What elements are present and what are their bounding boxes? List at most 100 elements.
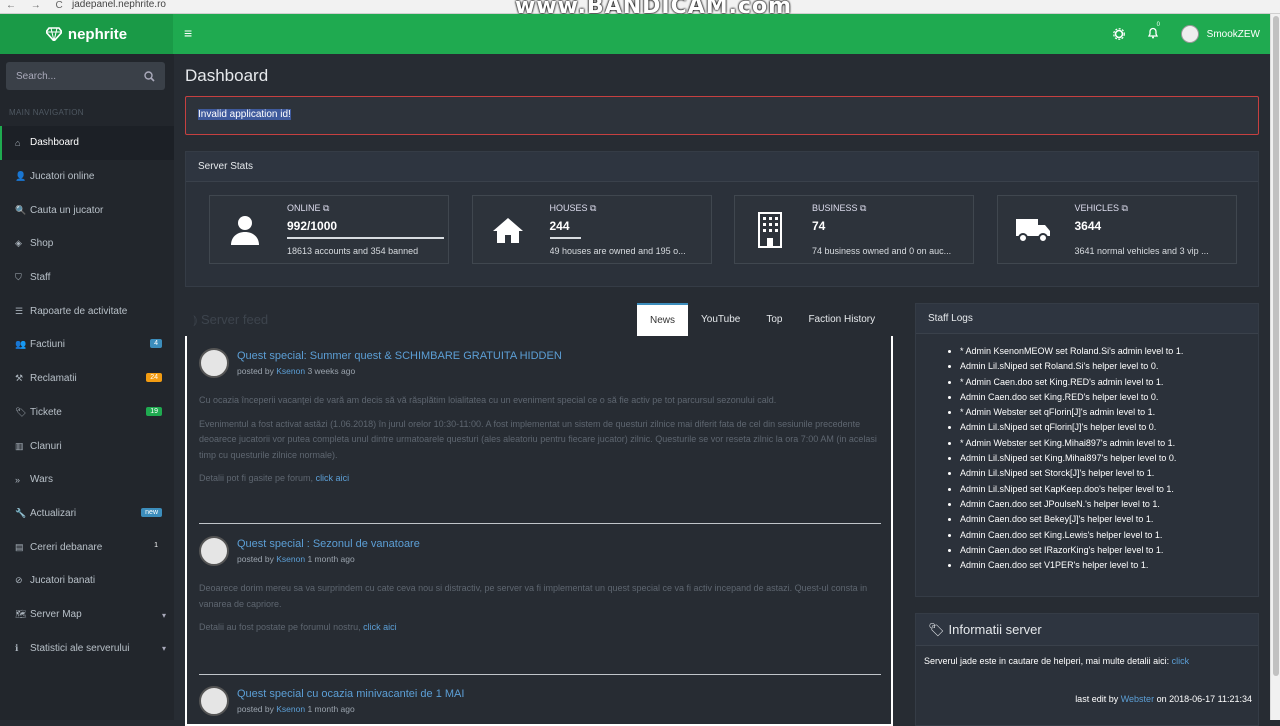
post-read-more-link[interactable]: click aici [363, 622, 397, 632]
sidebar-item-label: Clanuri [30, 440, 62, 452]
sidebar-item-label: Staff [30, 272, 51, 284]
staff-log-entry: Admin Caen.doo set V1PER's helper level … [960, 560, 1258, 575]
post-link-prefix: Detalii au fost postate pe forumul nostr… [199, 622, 364, 632]
sidebar-item-rapoarte-de-activitate[interactable]: ☰ Rapoarte de activitate [0, 294, 174, 328]
sidebar-item-dashboard[interactable]: ⌂ Dashboard [0, 126, 174, 160]
post-title[interactable]: Quest special cu ocazia minivacantei de … [237, 688, 464, 700]
news-feed: Quest special: Summer quest & SCHIMBARE … [185, 336, 893, 726]
stat-label[interactable]: BUSINESS ⧉ [812, 203, 866, 214]
alert-text: Invalid application id! [198, 109, 291, 120]
main-navigation-label: MAIN NAVIGATION [9, 108, 84, 117]
sidebar-item-cereri-debanare[interactable]: ▤ Cereri debanare 1 [0, 530, 174, 564]
sidebar-item-label: Rapoarte de activitate [30, 305, 128, 317]
post-title[interactable]: Quest special: Summer quest & SCHIMBARE … [237, 350, 562, 362]
diamond-icon [45, 27, 62, 41]
stat-label[interactable]: VEHICLES ⧉ [1075, 203, 1128, 214]
search-placeholder: Search... [16, 70, 57, 82]
notifications-button[interactable]: 0 [1147, 22, 1160, 42]
page-title: Dashboard [185, 66, 269, 85]
sidebar-item-badge: 1 [150, 541, 162, 551]
post-date: 1 month ago [307, 554, 355, 564]
staff-log-entry: * Admin Webster set King.Mihai897's admi… [960, 438, 1258, 453]
staff-log-entry: Admin Caen.doo set King.Lewis's helper l… [960, 530, 1258, 545]
stat-description: 3641 normal vehicles and 3 vip ... [1074, 246, 1209, 256]
stat-description: 18613 accounts and 354 banned [287, 246, 419, 256]
browser-nav-buttons[interactable]: ← → C [6, 0, 69, 11]
post-read-more-link[interactable]: click aici [316, 473, 350, 483]
page-scrollbar[interactable] [1270, 14, 1280, 720]
sidebar-item-label: Statistici ale serverului [30, 642, 130, 654]
post-date: 3 weeks ago [307, 366, 356, 376]
sidebar-item-icon: » [15, 474, 21, 485]
sidebar-item-label: Tickete [30, 406, 62, 418]
post-author[interactable]: Ksenon [276, 704, 305, 714]
sidebar-item-reclamatii[interactable]: ⚒ Reclamatii 24 [0, 362, 174, 396]
sidebar-item-icon: ☰ [15, 305, 24, 316]
stat-value: 244 [549, 219, 570, 233]
sidebar-item-clanuri[interactable]: ▥ Clanuri [0, 429, 174, 463]
sidebar-item-factiuni[interactable]: 👥 Factiuni 4 [0, 328, 174, 362]
staff-logs-panel: Staff Logs * Admin KsenonMEOW set Roland… [915, 303, 1259, 597]
tab-youtube[interactable]: YouTube [688, 303, 753, 336]
post-author[interactable]: Ksenon [276, 554, 305, 564]
sidebar-item-actualizari[interactable]: 🔧 Actualizari new [0, 497, 174, 531]
stat-description: 74 business owned and 0 on auc... [812, 246, 952, 256]
post-title[interactable]: Quest special : Sezonul de vanatoare [237, 538, 420, 550]
username: SmookZEW [1206, 28, 1260, 40]
sidebar-item-cauta-un-jucator[interactable]: 🔍 Cauta un jucator [0, 193, 174, 227]
sidebar-item-label: Cauta un jucator [30, 204, 104, 216]
sidebar-toggle-icon[interactable]: ≡ [184, 25, 192, 41]
server-info-link[interactable]: click [1172, 656, 1190, 666]
avatar [199, 536, 229, 566]
stat-description: 49 houses are owned and 195 o... [549, 246, 686, 256]
server-stats-panel: Server Stats ONLINE ⧉ 992/1000 18613 acc… [185, 151, 1259, 287]
sidebar-item-shop[interactable]: ◈ Shop [0, 227, 174, 261]
sidebar-item-icon: 🏷 [15, 406, 27, 417]
sidebar-item-server-map[interactable]: 🗺 Server Map ▾ [0, 598, 174, 632]
gear-icon[interactable] [1112, 28, 1125, 40]
sidebar-item-badge: 24 [146, 372, 162, 382]
sidebar-item-statistici-ale-serverului[interactable]: ℹ Statistici ale serverului ▾ [0, 631, 174, 665]
sidebar-item-icon: 👥 [15, 339, 27, 350]
stat-label-text: HOUSES [549, 203, 588, 213]
post-meta: posted by Ksenon 1 month ago [237, 704, 355, 714]
stat-label[interactable]: HOUSES ⧉ [550, 203, 597, 214]
last-edit-user-link[interactable]: Webster [1121, 694, 1154, 704]
last-edit-prefix: last edit by [1075, 694, 1121, 704]
avatar [199, 348, 229, 378]
sidebar-item-label: Cereri debanare [30, 541, 103, 553]
staff-log-entry: Admin Lil.sNiped set KapKeep.doo's helpe… [960, 484, 1258, 499]
sidebar-item-jucatori-online[interactable]: 👤 Jucatori online [0, 160, 174, 194]
stat-label-text: ONLINE [287, 203, 321, 213]
brand-name: nephrite [67, 25, 128, 43]
server-stats-title: Server Stats [186, 152, 1258, 182]
staff-log-entry: * Admin Caen.doo set King.RED's admin le… [960, 377, 1258, 392]
sidebar-item-jucatori-banati[interactable]: ⊘ Jucatori banati [0, 564, 174, 598]
bell-icon [1147, 27, 1158, 38]
post-paragraph: Cu ocazia începerii vacanţei de vară am … [199, 395, 777, 405]
sidebar-item-staff[interactable]: ⛉ Staff [0, 261, 174, 295]
user-menu[interactable]: SmookZEW [1180, 25, 1260, 43]
building-icon [735, 196, 805, 263]
home-icon [473, 196, 543, 263]
search-icon[interactable] [144, 70, 155, 82]
sidebar-item-wars[interactable]: » Wars [0, 463, 174, 497]
staff-log-entry: Admin Lil.sNiped set Roland.Si's helper … [960, 361, 1258, 376]
staff-log-entry: * Admin KsenonMEOW set Roland.Si's admin… [960, 346, 1258, 361]
server-feed-label: Server feed [200, 312, 269, 327]
brand-logo[interactable]: nephrite [0, 14, 173, 54]
scrollbar-thumb[interactable] [1273, 16, 1279, 676]
post-link-line: Detalii au fost postate pe forumul nostr… [199, 620, 881, 636]
sidebar-item-tickete[interactable]: 🏷 Tickete 19 [0, 396, 174, 430]
search-input[interactable]: Search... [6, 62, 165, 90]
staff-log-entry: Admin Caen.doo set IRazorKing's helper l… [960, 545, 1258, 560]
tab-top[interactable]: Top [753, 303, 795, 336]
browser-url[interactable]: jadepanel.nephrite.ro [72, 0, 572, 10]
tab-faction-history[interactable]: Faction History [795, 303, 888, 336]
post-author[interactable]: Ksenon [276, 366, 305, 376]
post-meta: posted by Ksenon 3 weeks ago [237, 366, 356, 376]
stat-label-text: VEHICLES [1074, 203, 1120, 213]
tab-news[interactable]: News [637, 303, 689, 336]
sidebar-item-label: Server Map [30, 608, 82, 620]
stat-label[interactable]: ONLINE ⧉ [287, 203, 329, 214]
